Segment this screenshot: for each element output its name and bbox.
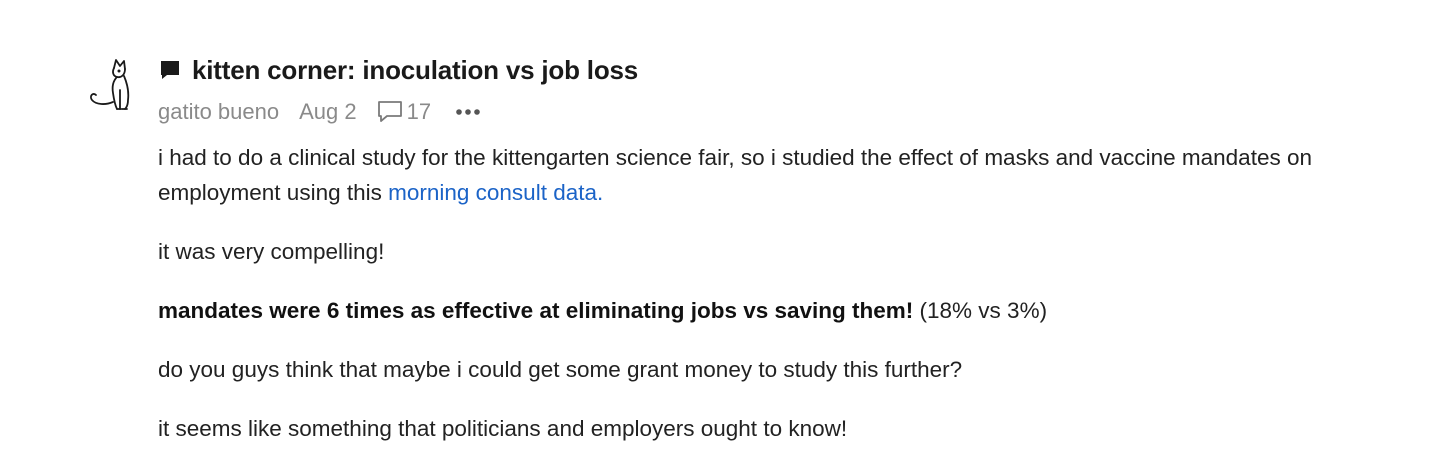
post-meta: gatito bueno Aug 2 17 xyxy=(158,96,483,128)
bold-claim: mandates were 6 times as effective at el… xyxy=(158,298,914,323)
post-paragraph: it was very compelling! xyxy=(158,239,385,264)
paragraph-text: (18% vs 3%) xyxy=(913,298,1048,323)
author-name[interactable]: gatito bueno xyxy=(158,99,279,125)
more-options-button[interactable] xyxy=(455,107,483,117)
post-title-row[interactable]: kitten corner: inoculation vs job loss xyxy=(158,52,638,88)
avatar[interactable] xyxy=(84,56,142,114)
speech-bubble-icon xyxy=(158,58,182,82)
comment-count: 17 xyxy=(406,99,432,124)
post-body: i had to do a clinical study for the kit… xyxy=(158,140,1328,470)
paragraph-text: i had to do a clinical study for the kit… xyxy=(158,145,1312,205)
morning-consult-link[interactable]: morning consult data. xyxy=(388,180,603,205)
comment-icon xyxy=(377,101,402,122)
cat-sketch-icon xyxy=(90,59,130,110)
post-title[interactable]: kitten corner: inoculation vs job loss xyxy=(192,55,638,86)
forum-post: kitten corner: inoculation vs job loss g… xyxy=(0,0,1456,472)
post-paragraph: it seems like something that politicians… xyxy=(158,416,848,441)
post-paragraph: i had to do a clinical study for the kit… xyxy=(158,140,1328,210)
comments-link[interactable]: 17 xyxy=(377,99,431,125)
post-paragraph: mandates were 6 times as effective at el… xyxy=(158,293,1328,328)
post-date[interactable]: Aug 2 xyxy=(299,99,357,125)
post-paragraph: do you guys think that maybe i could get… xyxy=(158,357,963,382)
more-options-icon xyxy=(456,109,480,115)
